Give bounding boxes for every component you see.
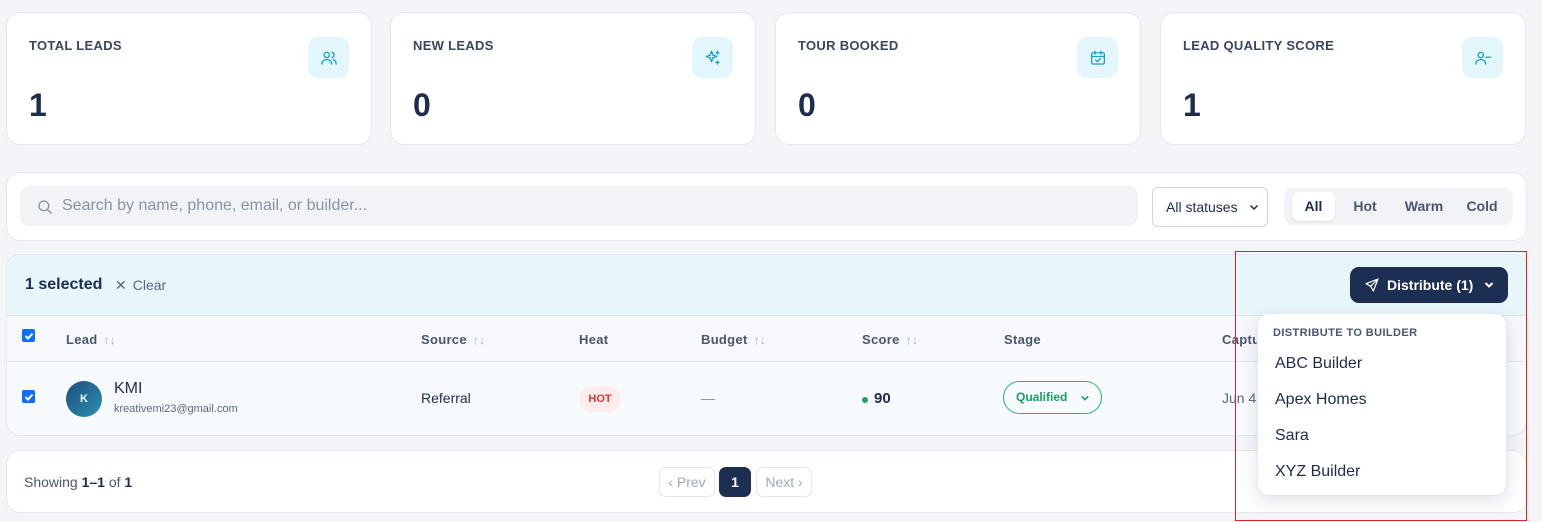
search-icon <box>38 200 53 215</box>
chevron-down-icon <box>1249 204 1259 211</box>
filter-bar: All statuses All Hot Warm Cold <box>6 172 1527 241</box>
next-page-button[interactable]: Next › <box>756 467 812 497</box>
showing-range: 1–1 <box>81 474 105 490</box>
clear-selection-button[interactable]: ✕ Clear <box>115 277 166 294</box>
clear-label: Clear <box>132 277 167 293</box>
stat-label: TOTAL LEADS <box>29 38 122 53</box>
stat-label: LEAD QUALITY SCORE <box>1183 38 1335 53</box>
tab-hot[interactable]: Hot <box>1340 192 1390 221</box>
lead-budget: — <box>701 390 715 406</box>
row-checkbox[interactable] <box>22 390 35 403</box>
stage-label: Qualified <box>1016 390 1068 404</box>
column-label: Source <box>421 332 467 347</box>
column-header-budget[interactable]: Budget ↑↓ <box>701 332 766 347</box>
sort-icon: ↑↓ <box>905 333 919 347</box>
column-label: Score <box>862 332 900 347</box>
stat-value: 0 <box>413 87 431 123</box>
avatar: K <box>66 381 102 417</box>
sparkles-icon <box>692 37 733 78</box>
lead-email: kreativemi23@gmail.com <box>114 403 238 415</box>
sort-icon: ↑↓ <box>103 333 117 347</box>
heat-badge: HOT <box>579 386 621 412</box>
search-input[interactable] <box>62 187 1122 225</box>
selected-count: 1 selected <box>25 276 103 293</box>
stat-card-lead-quality-score: LEAD QUALITY SCORE 1 <box>1160 12 1526 145</box>
lead-score: 90 <box>874 390 891 407</box>
check-icon <box>24 332 34 340</box>
column-header-heat: Heat <box>579 332 609 347</box>
highlight-annotation <box>1235 251 1527 521</box>
lead-name[interactable]: KMI <box>114 380 142 398</box>
column-header-lead[interactable]: Lead ↑↓ <box>66 332 116 347</box>
column-header-source[interactable]: Source ↑↓ <box>421 332 485 347</box>
showing-of: of <box>104 474 125 490</box>
close-icon: ✕ <box>115 277 127 293</box>
stat-value: 1 <box>1183 87 1201 123</box>
status-select[interactable]: All statuses <box>1152 187 1268 227</box>
stage-select[interactable]: Qualified <box>1003 381 1102 414</box>
tab-warm[interactable]: Warm <box>1394 192 1454 221</box>
heat-filter-tabs: All Hot Warm Cold <box>1284 188 1513 225</box>
stat-label: TOUR BOOKED <box>798 38 899 53</box>
page-1-button[interactable]: 1 <box>719 467 751 497</box>
column-header-stage: Stage <box>1004 332 1041 347</box>
check-icon <box>24 393 34 401</box>
users-icon <box>308 37 349 78</box>
user-minus-icon <box>1462 37 1503 78</box>
stat-card-tour-booked: TOUR BOOKED 0 <box>775 12 1141 145</box>
tab-all[interactable]: All <box>1292 192 1335 221</box>
search-box <box>20 186 1138 226</box>
showing-text: Showing 1–1 of 1 <box>24 474 132 490</box>
stat-value: 0 <box>798 87 816 123</box>
lead-source: Referral <box>421 390 471 406</box>
showing-total: 1 <box>124 474 133 490</box>
status-select-value: All statuses <box>1166 199 1238 215</box>
chevron-down-icon <box>1081 395 1089 401</box>
column-header-score[interactable]: Score ↑↓ <box>862 332 918 347</box>
column-label: Lead <box>66 332 98 347</box>
showing-prefix: Showing <box>24 474 82 490</box>
select-all-checkbox[interactable] <box>22 329 35 342</box>
stat-card-total-leads: TOTAL LEADS 1 <box>6 12 372 145</box>
sort-icon: ↑↓ <box>753 333 767 347</box>
calendar-check-icon <box>1077 37 1118 78</box>
stat-label: NEW LEADS <box>413 38 494 53</box>
stat-card-new-leads: NEW LEADS 0 <box>390 12 756 145</box>
stat-value: 1 <box>29 87 47 123</box>
tab-cold[interactable]: Cold <box>1456 192 1508 221</box>
column-label: Budget <box>701 332 748 347</box>
sort-icon: ↑↓ <box>472 333 486 347</box>
prev-page-button[interactable]: ‹ Prev <box>659 467 715 497</box>
score-dot <box>862 397 868 403</box>
